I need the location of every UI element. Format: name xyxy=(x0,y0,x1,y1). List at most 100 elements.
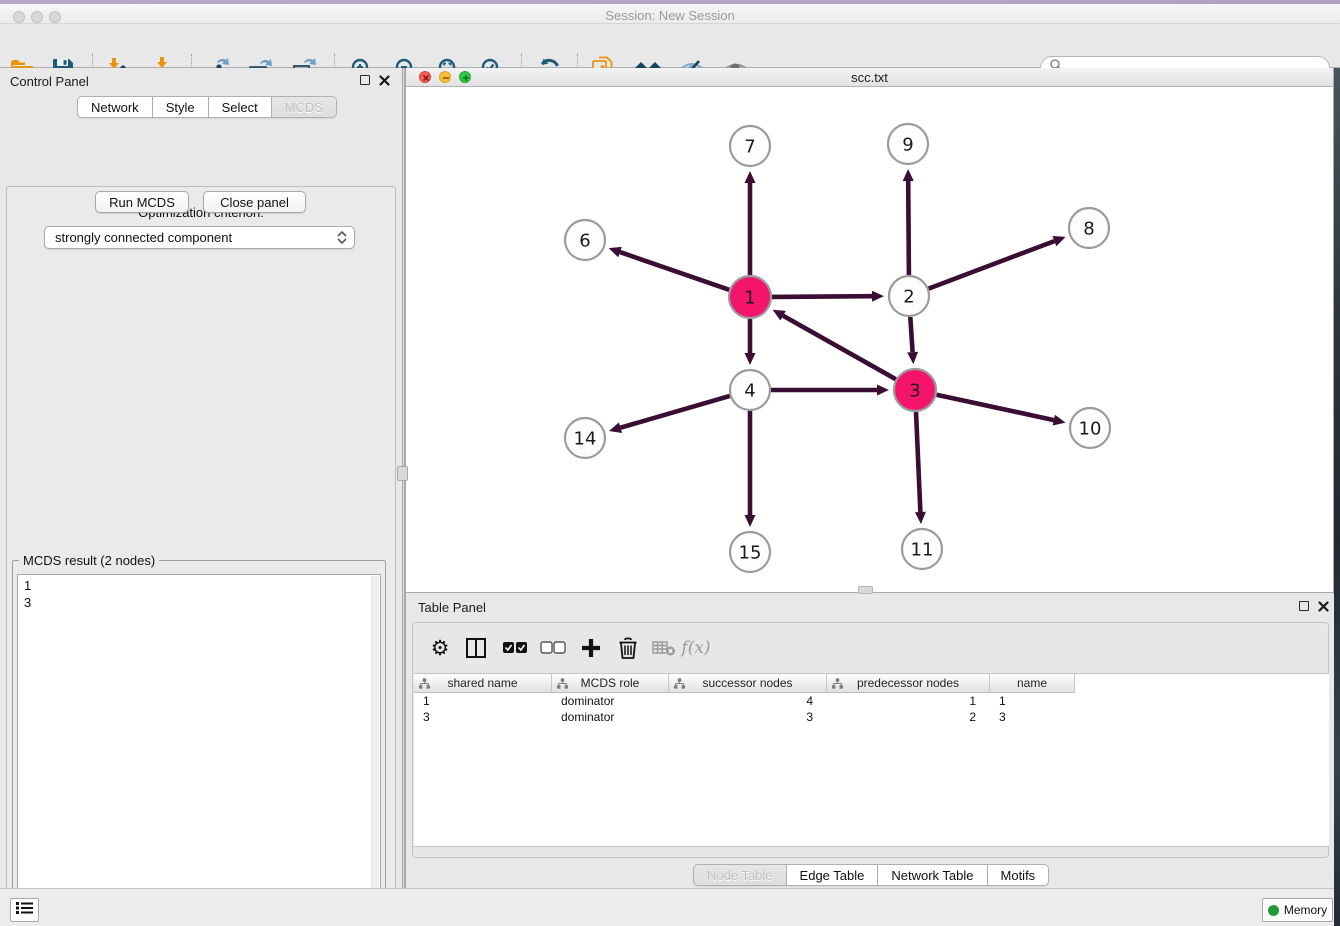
list-icon xyxy=(16,901,33,920)
function-builder-icon[interactable]: f(x) xyxy=(681,631,711,665)
graph-node-4[interactable]: 4 xyxy=(730,370,770,410)
table-row[interactable]: 3dominator323 xyxy=(414,709,1329,725)
control-panel: Control Panel NetworkStyleSelectMCDS Opt… xyxy=(0,68,402,888)
memory-button[interactable]: Memory xyxy=(1262,898,1333,922)
float-table-panel-icon[interactable] xyxy=(1299,601,1309,611)
tab-mcds[interactable]: MCDS xyxy=(272,96,337,118)
graph-node-14[interactable]: 14 xyxy=(565,418,605,458)
table-cell[interactable]: 1 xyxy=(414,693,552,709)
window-title: Session: New Session xyxy=(0,8,1340,23)
delete-column-icon[interactable] xyxy=(613,631,643,665)
graph-node-3-dominator[interactable]: 3 xyxy=(894,369,936,411)
edge-2-9[interactable] xyxy=(908,181,909,275)
column-header-mcds-role[interactable]: MCDS role xyxy=(552,674,669,693)
graph-node-10[interactable]: 10 xyxy=(1070,408,1110,448)
close-table-panel-icon[interactable] xyxy=(1318,601,1329,612)
gear-icon[interactable]: ⚙ xyxy=(425,631,455,665)
edge-2-3[interactable] xyxy=(910,317,912,352)
table-cell[interactable]: dominator xyxy=(552,709,669,725)
memory-label: Memory xyxy=(1284,903,1327,917)
optimization-criterion-select[interactable]: strongly connected component xyxy=(44,226,355,249)
float-panel-icon[interactable] xyxy=(360,75,370,85)
delete-table-icon[interactable] xyxy=(649,631,679,665)
table-row[interactable]: 1dominator411 xyxy=(414,693,1329,709)
table-panel-title: Table Panel xyxy=(418,600,486,615)
deselect-all-checks-icon[interactable] xyxy=(538,631,568,665)
node-table: shared name MCDS role successor nodes prede… xyxy=(414,673,1329,847)
column-label: MCDS role xyxy=(581,676,640,690)
table-cell[interactable]: 3 xyxy=(414,709,552,725)
horizontal-splitter-grip[interactable] xyxy=(858,586,873,594)
tab-style[interactable]: Style xyxy=(153,96,209,118)
edge-3-10[interactable] xyxy=(937,395,1054,420)
edge-4-14[interactable] xyxy=(621,396,730,428)
svg-text:14: 14 xyxy=(574,428,597,449)
table-cell[interactable]: 3 xyxy=(990,709,1075,725)
edge-3-11[interactable] xyxy=(916,412,920,512)
select-stepper-icon xyxy=(334,229,350,246)
edge-2-8[interactable] xyxy=(929,241,1055,289)
network-canvas[interactable]: 7 9 6 8 1 2 4 3 14 10 15 11 xyxy=(406,87,1333,593)
svg-text:4: 4 xyxy=(744,380,755,401)
table-cell[interactable]: 1 xyxy=(990,693,1075,709)
edge-1-6[interactable] xyxy=(620,252,729,290)
graph-node-8[interactable]: 8 xyxy=(1069,208,1109,248)
table-header-row: shared name MCDS role successor nodes prede… xyxy=(414,674,1075,693)
svg-text:8: 8 xyxy=(1083,218,1094,239)
graph-node-6[interactable]: 6 xyxy=(565,220,605,260)
edge-3-1[interactable] xyxy=(783,316,896,380)
graph-node-7[interactable]: 7 xyxy=(730,126,770,166)
mcds-result-list: 13 xyxy=(17,574,381,926)
result-scrollbar[interactable] xyxy=(371,576,379,926)
memory-status-icon xyxy=(1268,905,1279,916)
tab-edge-table[interactable]: Edge Table xyxy=(787,864,879,886)
tab-network[interactable]: Network xyxy=(77,96,153,118)
column-label: successor nodes xyxy=(702,676,792,690)
close-panel-icon[interactable] xyxy=(379,75,390,86)
table-cell[interactable]: 1 xyxy=(827,693,990,709)
table-cell[interactable]: 4 xyxy=(669,693,827,709)
table-cell[interactable]: dominator xyxy=(552,693,669,709)
select-all-checks-icon[interactable] xyxy=(500,631,530,665)
status-bar: Memory xyxy=(0,888,1340,926)
mcds-result-groupbox: MCDS result (2 nodes) 13 xyxy=(12,560,386,926)
optimization-criterion-label: Optimization criterion: xyxy=(6,205,396,220)
desktop-background-top xyxy=(0,0,1340,4)
column-header-name[interactable]: name xyxy=(990,674,1075,693)
svg-text:10: 10 xyxy=(1079,418,1102,439)
svg-text:3: 3 xyxy=(909,380,920,401)
vertical-splitter-grip[interactable] xyxy=(397,466,408,481)
network-window-title: scc.txt xyxy=(406,70,1333,85)
graph-node-1-dominator[interactable]: 1 xyxy=(729,276,771,318)
column-header-shared-name[interactable]: shared name xyxy=(414,674,552,693)
mcds-result-values: 13 xyxy=(18,575,370,926)
mcds-result-title: MCDS result (2 nodes) xyxy=(19,553,159,568)
add-column-icon[interactable] xyxy=(576,631,606,665)
run-mcds-button[interactable]: Run MCDS xyxy=(95,191,189,213)
task-history-button[interactable] xyxy=(10,898,39,922)
graph-node-9[interactable]: 9 xyxy=(888,124,928,164)
tab-node-table[interactable]: Node Table xyxy=(693,864,787,886)
edge-1-2[interactable] xyxy=(772,296,872,297)
graph-node-2[interactable]: 2 xyxy=(889,276,929,316)
table-panel: Table Panel ⚙ f(x) xyxy=(405,594,1334,888)
control-panel-title: Control Panel xyxy=(10,74,89,89)
column-label: name xyxy=(1017,676,1047,690)
graph-node-11[interactable]: 11 xyxy=(902,529,942,569)
tab-motifs[interactable]: Motifs xyxy=(988,864,1050,886)
column-label: predecessor nodes xyxy=(857,676,959,690)
network-window-titlebar: scc.txt xyxy=(406,68,1333,87)
tab-network-table[interactable]: Network Table xyxy=(878,864,987,886)
table-cell[interactable]: 2 xyxy=(827,709,990,725)
svg-text:2: 2 xyxy=(903,286,914,307)
svg-text:7: 7 xyxy=(744,136,755,157)
column-header-successor-nodes[interactable]: successor nodes xyxy=(669,674,827,693)
graph-node-15[interactable]: 15 xyxy=(730,532,770,572)
svg-text:1: 1 xyxy=(744,287,755,308)
close-panel-button[interactable]: Close panel xyxy=(203,191,306,213)
split-columns-icon[interactable] xyxy=(461,631,491,665)
table-cell[interactable]: 3 xyxy=(669,709,827,725)
network-view-window: scc.txt 7 9 6 8 1 2 4 3 14 10 15 11 xyxy=(405,68,1334,594)
tab-select[interactable]: Select xyxy=(209,96,272,118)
column-header-predecessor-nodes[interactable]: predecessor nodes xyxy=(827,674,990,693)
